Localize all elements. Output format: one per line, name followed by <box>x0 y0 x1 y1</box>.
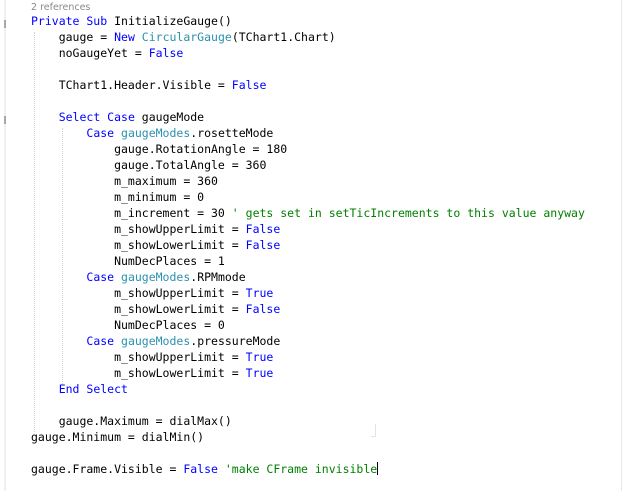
code-line[interactable]: noGaugeYet = False <box>31 45 184 61</box>
code-token: gauge.Frame.Visible = <box>31 462 184 476</box>
type-token: gaugeModes <box>121 334 191 348</box>
keyword-token: Select Case <box>58 110 142 124</box>
code-line[interactable]: gauge.RotationAngle = 180 <box>31 141 287 157</box>
code-token: m_showUpperLimit = <box>31 222 246 236</box>
code-line[interactable]: gauge.Minimum = dialMin() <box>31 429 204 445</box>
code-token: m_showUpperLimit = <box>31 286 246 300</box>
code-token: gaugeMode <box>141 110 205 124</box>
keyword-token: False <box>183 462 225 476</box>
code-line[interactable]: m_showLowerLimit = False <box>31 301 280 317</box>
keyword-token: Case <box>86 126 122 140</box>
keyword-token: True <box>245 350 274 364</box>
keyword-token: False <box>245 302 281 316</box>
keyword-token: Private Sub <box>31 14 115 28</box>
code-token: NumDecPlaces = 1 <box>31 254 225 268</box>
code-token: m_minimum = 0 <box>31 190 205 204</box>
keyword-token: False <box>245 222 281 236</box>
code-line[interactable]: Case gaugeModes.rosetteMode <box>31 125 273 141</box>
code-token: gauge = <box>31 30 115 44</box>
keyword-token: New <box>114 30 142 44</box>
code-editor[interactable]: 2 references Private Sub InitializeGauge… <box>0 0 622 491</box>
code-line[interactable]: Case gaugeModes.pressureMode <box>31 333 280 349</box>
code-token: m_showLowerLimit = <box>31 366 246 380</box>
code-line[interactable]: TChart1.Header.Visible = False <box>31 77 267 93</box>
keyword-token: End Select <box>58 382 128 396</box>
code-line[interactable]: m_showLowerLimit = False <box>31 237 280 253</box>
code-line[interactable]: gauge = New CircularGauge(TChart1.Chart) <box>31 29 336 45</box>
comment-token: ' gets set in setTicIncrements to this v… <box>231 206 585 220</box>
code-line[interactable]: NumDecPlaces = 1 <box>31 253 225 269</box>
code-token: NumDecPlaces = 0 <box>31 318 225 332</box>
code-line[interactable]: gauge.TotalAngle = 360 <box>31 157 266 173</box>
keyword-token: True <box>245 286 274 300</box>
code-token: m_showUpperLimit = <box>31 350 246 364</box>
code-line[interactable]: End Select <box>31 381 128 397</box>
keyword-token: Case <box>86 334 122 348</box>
code-line[interactable]: m_minimum = 0 <box>31 189 204 205</box>
code-token: InitializeGauge() <box>114 14 232 28</box>
outline-marker <box>4 20 6 28</box>
code-line[interactable]: m_maximum = 360 <box>31 173 218 189</box>
keyword-token: True <box>245 366 274 380</box>
code-line[interactable]: Case gaugeModes.RPMmode <box>31 269 246 285</box>
editor-adornment <box>371 424 376 437</box>
code-line[interactable]: m_showLowerLimit = True <box>31 365 273 381</box>
code-line[interactable]: Private Sub InitializeGauge() <box>31 13 232 29</box>
code-token: .pressureMode <box>190 334 281 348</box>
code-token: (TChart1.Chart) <box>231 30 336 44</box>
outline-marker <box>4 116 6 124</box>
keyword-token: False <box>148 46 184 60</box>
code-token: .rosetteMode <box>190 126 274 140</box>
code-line[interactable]: NumDecPlaces = 0 <box>31 317 225 333</box>
keyword-token: False <box>245 238 281 252</box>
type-token: gaugeModes <box>121 126 191 140</box>
text-caret <box>377 462 379 475</box>
code-token: noGaugeYet = <box>31 46 149 60</box>
code-token: m_increment = 30 <box>31 206 232 220</box>
code-token: gauge.Minimum = dialMin() <box>31 430 205 444</box>
code-line[interactable]: m_showUpperLimit = True <box>31 285 273 301</box>
code-line[interactable]: gauge.Frame.Visible = False 'make CFrame… <box>31 461 379 477</box>
code-line[interactable]: m_showUpperLimit = True <box>31 349 273 365</box>
gutter-margin <box>4 0 6 491</box>
code-line[interactable]: gauge.Maximum = dialMax() <box>31 413 232 429</box>
type-token: gaugeModes <box>121 270 191 284</box>
code-token: gauge.Maximum = dialMax() <box>31 414 232 428</box>
code-line[interactable]: m_increment = 30 ' gets set in setTicInc… <box>31 205 585 221</box>
code-line[interactable]: m_showUpperLimit = False <box>31 221 280 237</box>
keyword-token: False <box>231 78 267 92</box>
code-token: gauge.RotationAngle = 180 <box>31 142 288 156</box>
code-token: m_showLowerLimit = <box>31 302 246 316</box>
code-token: TChart1.Header.Visible = <box>31 78 232 92</box>
code-token: m_maximum = 360 <box>31 174 218 188</box>
code-line[interactable]: Select Case gaugeMode <box>31 109 204 125</box>
keyword-token: Case <box>86 270 122 284</box>
type-token: CircularGauge <box>141 30 232 44</box>
code-token: m_showLowerLimit = <box>31 238 246 252</box>
code-token: gauge.TotalAngle = 360 <box>31 158 267 172</box>
code-token: .RPMmode <box>190 270 246 284</box>
comment-token: 'make CFrame invisible <box>224 462 378 476</box>
